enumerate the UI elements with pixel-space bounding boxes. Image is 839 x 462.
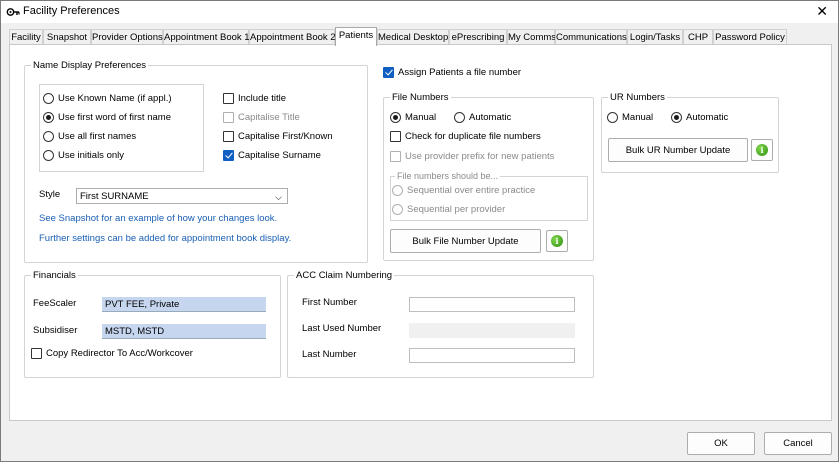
tab-eprescribing[interactable]: ePrescribing (449, 29, 507, 45)
check-include-title[interactable]: Include title (223, 93, 286, 104)
radio-ur-manual[interactable]: Manual (607, 112, 653, 123)
key-icon (6, 8, 20, 16)
checkbox (390, 151, 401, 162)
checkbox (390, 131, 401, 142)
radio-circle (392, 204, 403, 215)
radio-initials-only[interactable]: Use initials only (43, 150, 124, 161)
tab-snapshot[interactable]: Snapshot (43, 29, 91, 45)
check-copy-redirector[interactable]: Copy Redirector To Acc/Workcover (31, 348, 193, 359)
checkbox (223, 131, 234, 142)
info-icon: i (756, 144, 768, 156)
feescaler-label: FeeScaler (33, 298, 77, 309)
feescaler-field[interactable]: PVT FEE, Private (102, 297, 266, 312)
checkbox (223, 112, 234, 123)
group-title: ACC Claim Numbering (294, 270, 395, 281)
radio-all-first-names[interactable]: Use all first names (43, 131, 136, 142)
radio-seq-provider[interactable]: Sequential per provider (392, 204, 505, 215)
last-number-label: Last Number (302, 349, 357, 360)
radio-circle (43, 150, 54, 161)
ok-button[interactable]: OK (687, 432, 755, 455)
radio-circle (392, 185, 403, 196)
sequence-box-title: File numbers should be... (395, 171, 501, 181)
radio-file-manual[interactable]: Manual (390, 112, 436, 123)
patients-tab-panel: Name Display Preferences Use Known Name … (9, 44, 832, 421)
radio-circle (390, 112, 401, 123)
subsidiser-field[interactable]: MSTD, MSTD (102, 324, 266, 339)
tab-password-policy[interactable]: Password Policy (713, 29, 787, 45)
first-number-label: First Number (302, 297, 357, 308)
check-assign-file-number[interactable]: Assign Patients a file number (383, 67, 521, 78)
radio-circle (671, 112, 682, 123)
info-icon: i (551, 235, 563, 247)
radio-circle (607, 112, 618, 123)
acc-claim-group: ACC Claim Numbering First Number Last Us… (287, 270, 594, 378)
financials-group: Financials FeeScaler PVT FEE, Private Su… (24, 270, 281, 378)
style-label: Style (39, 189, 61, 200)
tab-communications[interactable]: Communications (555, 29, 627, 45)
bulk-ur-number-button[interactable]: Bulk UR Number Update (608, 138, 748, 162)
tab-patients[interactable]: Patients (335, 27, 377, 46)
tab-facility[interactable]: Facility (9, 29, 43, 45)
file-number-info-button[interactable]: i (546, 230, 568, 252)
checkbox (223, 150, 234, 161)
ur-numbers-group: UR Numbers Manual Automatic Bulk UR Numb… (601, 92, 779, 173)
group-title: Name Display Preferences (31, 60, 148, 71)
checkbox (31, 348, 42, 359)
radio-first-word[interactable]: Use first word of first name (43, 112, 171, 123)
group-title: Financials (31, 270, 78, 281)
further-settings-link[interactable]: Further settings can be added for appoin… (39, 233, 291, 244)
radio-circle (43, 93, 54, 104)
radio-circle (43, 131, 54, 142)
last-used-number-label: Last Used Number (302, 323, 382, 334)
last-number-input[interactable] (409, 348, 575, 363)
tab-medical-desktop[interactable]: Medical Desktop (377, 29, 449, 45)
tab-login-tasks[interactable]: Login/Tasks (627, 29, 683, 45)
ur-number-info-button[interactable]: i (751, 139, 773, 161)
close-icon[interactable]: ✕ (816, 3, 828, 20)
check-duplicate-file-numbers[interactable]: Check for duplicate file numbers (390, 131, 541, 142)
style-dropdown[interactable]: First SURNAME ⌵ (76, 188, 288, 204)
subsidiser-label: Subsidiser (33, 325, 78, 336)
first-number-input[interactable] (409, 297, 575, 312)
snapshot-link[interactable]: See Snapshot for an example of how your … (39, 213, 277, 224)
radio-seq-practice[interactable]: Sequential over entire practice (392, 185, 535, 196)
radio-circle (43, 112, 54, 123)
tab-chp[interactable]: CHP (683, 29, 713, 45)
radio-ur-automatic[interactable]: Automatic (671, 112, 728, 123)
radio-file-automatic[interactable]: Automatic (454, 112, 511, 123)
tab-provider-options[interactable]: Provider Options (91, 29, 163, 45)
radio-circle (454, 112, 465, 123)
check-capitalise-first-known[interactable]: Capitalise First/Known (223, 131, 333, 142)
check-capitalise-surname[interactable]: Capitalise Surname (223, 150, 321, 161)
tab-appointment-book-1[interactable]: Appointment Book 1 (163, 29, 250, 45)
check-provider-prefix[interactable]: Use provider prefix for new patients (390, 151, 554, 162)
chevron-down-icon: ⌵ (275, 192, 282, 202)
facility-preferences-window: Facility Preferences ✕ Facility Snapshot… (0, 0, 839, 462)
group-title: UR Numbers (608, 92, 667, 103)
title-bar: Facility Preferences ✕ (1, 1, 838, 23)
tab-my-comms[interactable]: My Comms (507, 29, 556, 45)
group-title: File Numbers (390, 92, 451, 103)
radio-known-name[interactable]: Use Known Name (if appl.) (43, 93, 172, 104)
checkbox (383, 67, 394, 78)
name-display-group: Name Display Preferences Use Known Name … (24, 60, 368, 263)
checkbox (223, 93, 234, 104)
tab-appointment-book-2[interactable]: Appointment Book 2 (249, 29, 336, 45)
check-capitalise-title[interactable]: Capitalise Title (223, 112, 300, 123)
window-title: Facility Preferences (23, 5, 120, 17)
cancel-button[interactable]: Cancel (764, 432, 832, 455)
bulk-file-number-button[interactable]: Bulk File Number Update (390, 229, 541, 253)
last-used-number-field (409, 323, 575, 338)
file-numbers-group: File Numbers Manual Automatic Check for … (383, 92, 594, 261)
